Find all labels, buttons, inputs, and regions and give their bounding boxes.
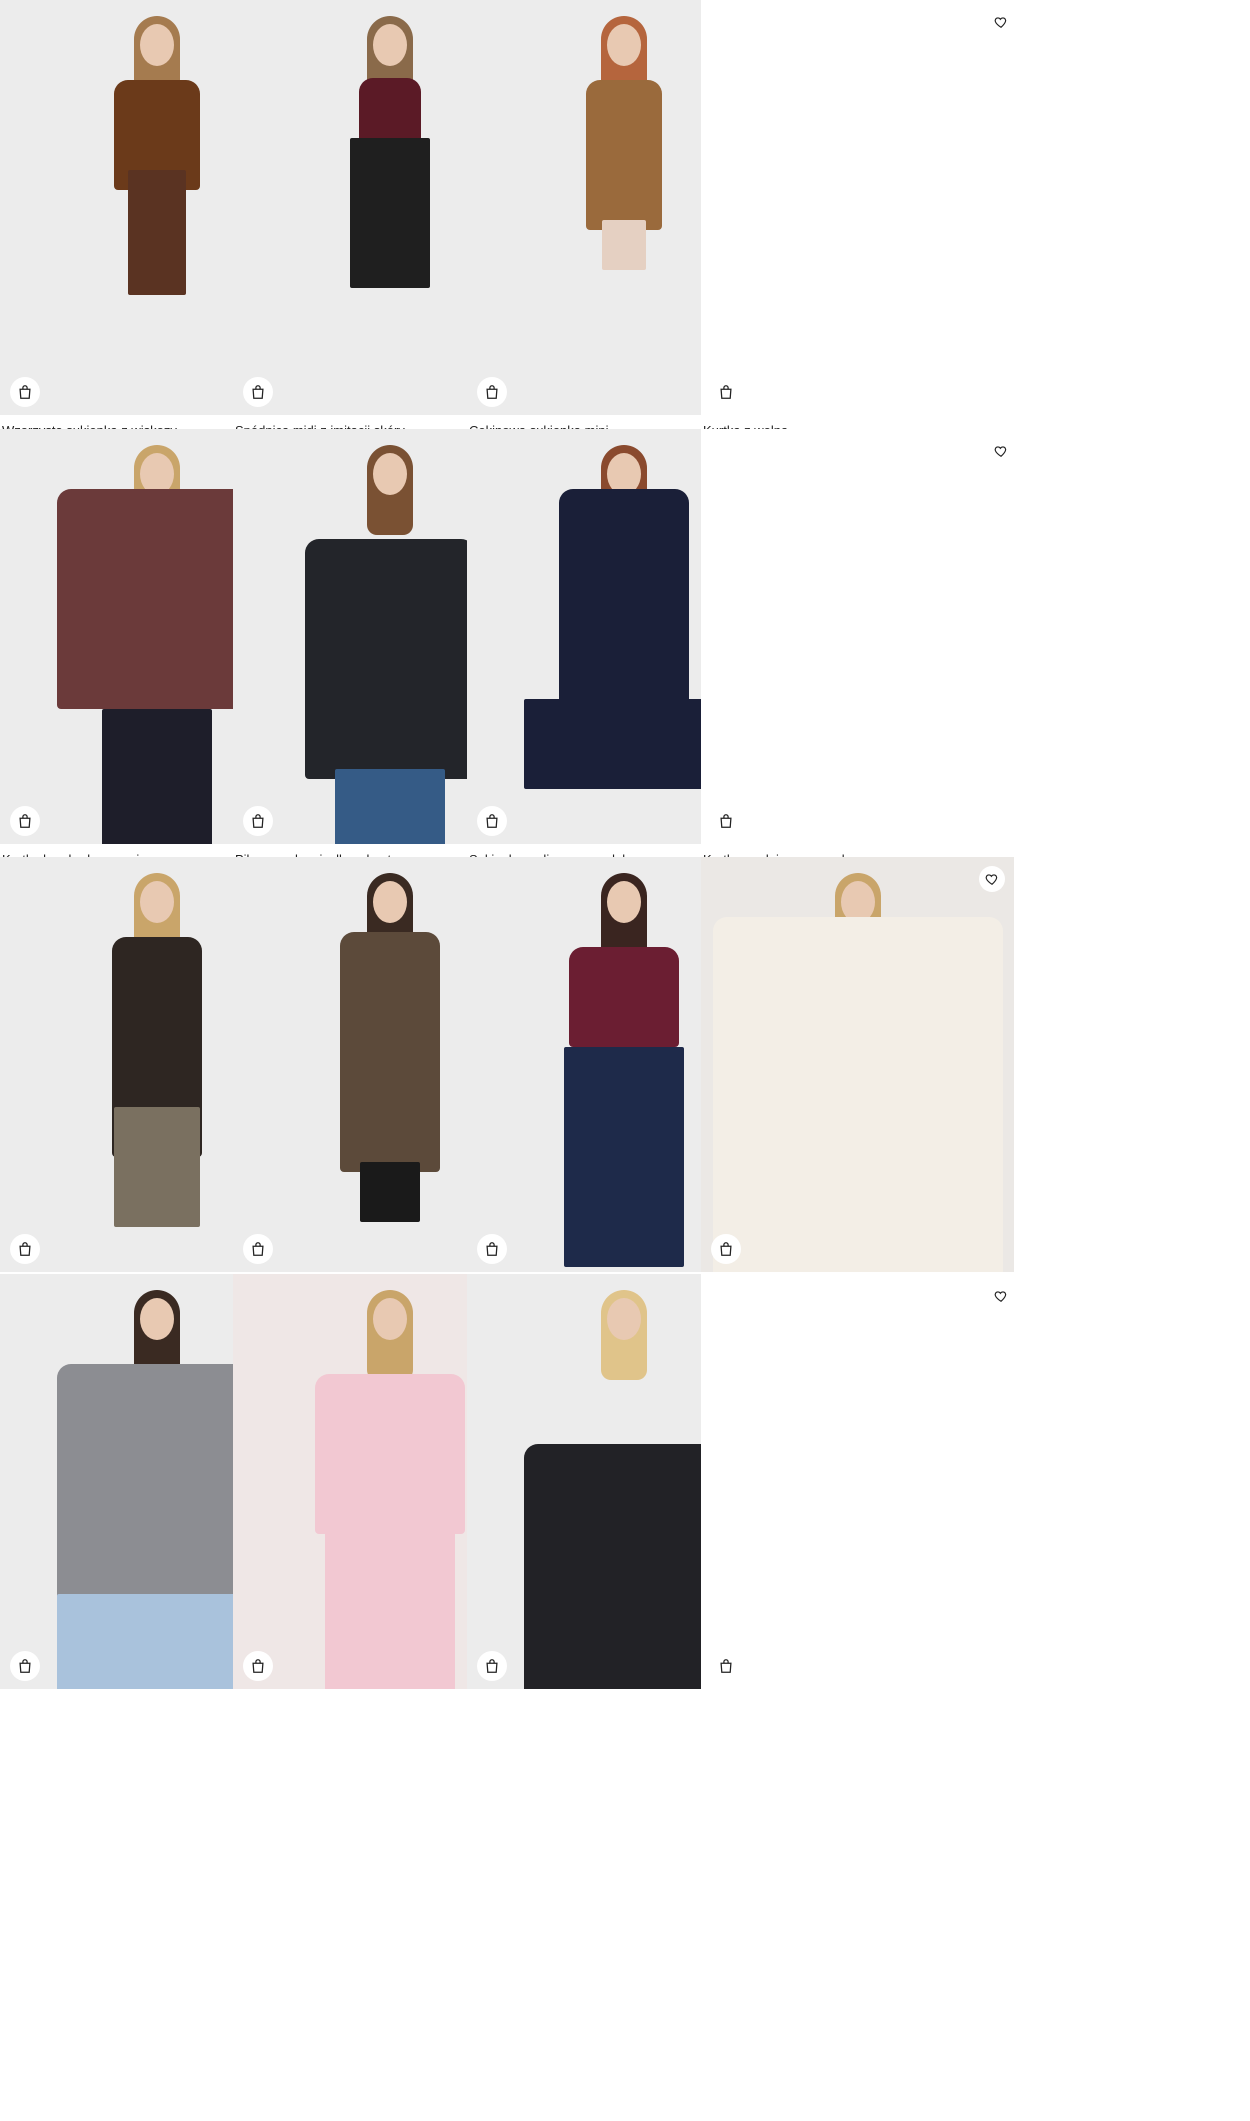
product-image[interactable] — [701, 429, 1014, 844]
add-to-bag-icon[interactable] — [477, 806, 507, 836]
product-card[interactable] — [701, 1274, 1014, 1689]
add-to-bag-icon[interactable] — [10, 1651, 40, 1681]
add-to-bag-icon[interactable] — [477, 1234, 507, 1264]
add-to-bag-icon[interactable] — [10, 806, 40, 836]
product-image[interactable] — [701, 857, 1014, 1272]
add-to-bag-icon[interactable] — [711, 1234, 741, 1264]
wishlist-heart-icon[interactable] — [988, 9, 1014, 35]
product-image[interactable] — [701, 0, 1014, 415]
wishlist-heart-icon[interactable] — [988, 1283, 1014, 1309]
add-to-bag-icon[interactable] — [477, 377, 507, 407]
product-photo-figure — [708, 873, 1008, 1272]
add-to-bag-icon[interactable] — [10, 377, 40, 407]
wishlist-heart-icon[interactable] — [979, 866, 1005, 892]
product-image[interactable] — [701, 1274, 1014, 1689]
add-to-bag-icon[interactable] — [243, 1651, 273, 1681]
add-to-bag-icon[interactable] — [243, 806, 273, 836]
add-to-bag-icon[interactable] — [243, 1234, 273, 1264]
wishlist-heart-icon[interactable] — [988, 438, 1014, 464]
add-to-bag-icon[interactable] — [711, 806, 741, 836]
add-to-bag-icon[interactable] — [243, 377, 273, 407]
add-to-bag-icon[interactable] — [10, 1234, 40, 1264]
add-to-bag-icon[interactable] — [711, 377, 741, 407]
add-to-bag-icon[interactable] — [711, 1651, 741, 1681]
add-to-bag-icon[interactable] — [477, 1651, 507, 1681]
